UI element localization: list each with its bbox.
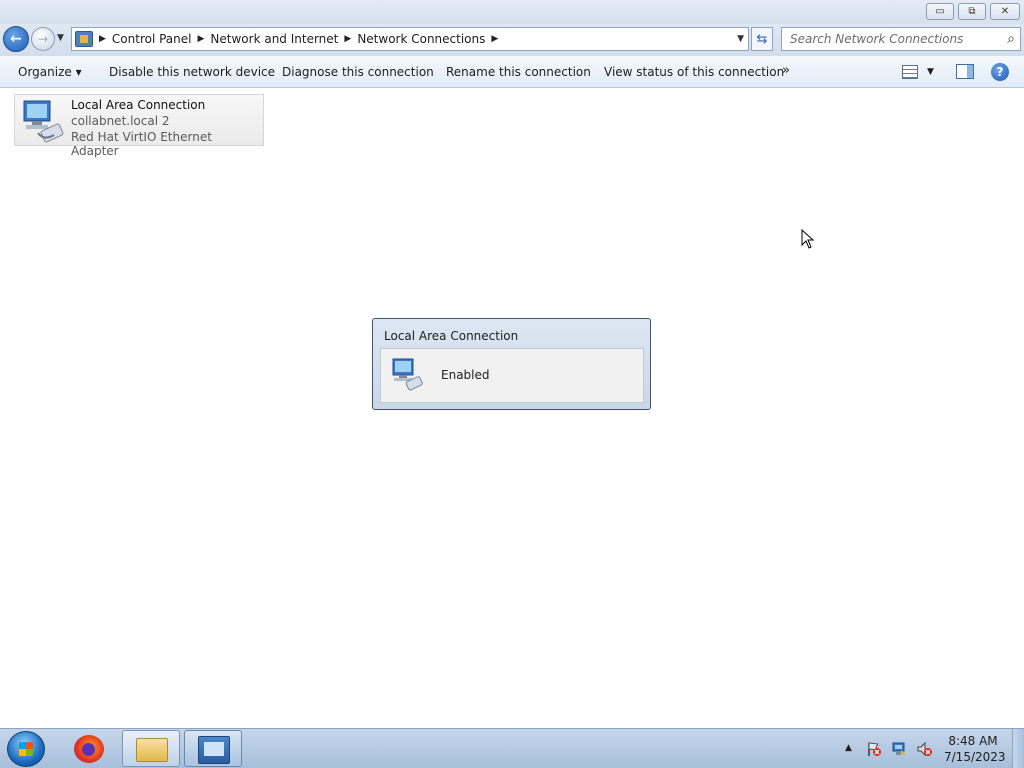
network-tray-icon[interactable] (891, 741, 907, 757)
address-bar[interactable]: ▶ Control Panel ▶ Network and Internet ▶… (71, 27, 749, 51)
search-box[interactable]: ⌕ (781, 27, 1021, 51)
search-icon[interactable]: ⌕ (1007, 31, 1015, 47)
mouse-pointer-icon (801, 229, 815, 249)
volume-muted-icon[interactable] (916, 741, 932, 757)
breadcrumb-arrow-icon[interactable]: ▶ (198, 34, 205, 44)
system-clock[interactable]: 8:48 AM 7/15/2023 (944, 733, 1006, 765)
show-desktop-button[interactable] (1012, 729, 1024, 768)
connection-adapter: Red Hat VirtIO Ethernet Adapter (71, 130, 212, 158)
popup-title: Local Area Connection (384, 329, 519, 343)
forward-button[interactable]: → (31, 27, 55, 51)
restore-icon: ⧉ (968, 6, 976, 17)
refresh-button[interactable]: ⇆ (751, 27, 773, 51)
network-adapter-icon (392, 358, 423, 391)
connection-name: Local Area Connection (71, 98, 206, 112)
refresh-icon: ⇆ (756, 31, 768, 47)
taskbar-explorer[interactable] (122, 730, 180, 767)
breadcrumb-network-and-internet[interactable]: Network and Internet (210, 32, 338, 46)
help-icon[interactable]: ? (991, 63, 1009, 81)
recent-pages-dropdown[interactable]: ▼ (57, 33, 64, 43)
firefox-icon (74, 735, 104, 763)
back-button[interactable]: ← (3, 26, 29, 52)
forward-arrow-icon: → (37, 32, 49, 46)
window-title-bar: ▭ ⧉ ✕ (0, 0, 1024, 24)
taskbar-network-connections[interactable] (184, 730, 242, 767)
show-hidden-icons-icon[interactable]: ▲ (845, 743, 852, 753)
restore-button[interactable]: ⧉ (958, 3, 986, 20)
change-view-icon[interactable] (902, 65, 918, 79)
clock-time: 8:48 AM (948, 734, 998, 748)
network-connections-icon (198, 736, 230, 764)
minimize-button[interactable]: ▭ (926, 3, 954, 20)
close-button[interactable]: ✕ (990, 3, 1020, 20)
disable-device-button[interactable]: Disable this network device (109, 65, 275, 79)
taskbar-firefox[interactable] (60, 730, 118, 767)
views-dropdown-icon[interactable]: ▼ (927, 67, 934, 77)
help-glyph: ? (996, 65, 1004, 79)
popup-body: Enabled (380, 348, 644, 403)
view-status-button[interactable]: View status of this connection (604, 65, 784, 79)
minimize-icon: ▭ (935, 6, 945, 17)
breadcrumb-arrow-icon[interactable]: ▶ (99, 34, 106, 44)
breadcrumb-control-panel[interactable]: Control Panel (112, 32, 192, 46)
breadcrumb-network-connections[interactable]: Network Connections (357, 32, 485, 46)
clock-date: 7/15/2023 (944, 750, 1006, 764)
more-commands-icon[interactable]: » (782, 63, 790, 78)
diagnose-button[interactable]: Diagnose this connection (282, 65, 434, 79)
connection-status-popup: Local Area Connection Enabled (372, 318, 651, 410)
start-button[interactable] (7, 731, 45, 767)
folder-icon (136, 738, 168, 762)
breadcrumb-arrow-icon[interactable]: ▶ (344, 34, 351, 44)
local-area-connection-item[interactable]: Local Area Connection collabnet.local 2 … (14, 94, 264, 158)
control-panel-icon (75, 31, 93, 47)
address-dropdown-icon[interactable]: ▼ (737, 34, 744, 44)
command-bar: Organize ▾ Disable this network device D… (0, 56, 1024, 88)
back-arrow-icon: ← (10, 31, 22, 47)
navigation-bar: ← → ▼ ▶ Control Panel ▶ Network and Inte… (0, 24, 1024, 56)
breadcrumb-arrow-icon[interactable]: ▶ (491, 34, 498, 44)
network-adapter-icon (23, 100, 64, 143)
preview-pane-icon[interactable] (956, 64, 974, 79)
action-center-flag-icon[interactable] (866, 741, 882, 757)
close-icon: ✕ (1000, 6, 1010, 17)
organize-menu[interactable]: Organize ▾ (18, 65, 82, 79)
connection-status: Enabled (441, 368, 490, 382)
connection-network: collabnet.local 2 (71, 114, 170, 128)
search-input[interactable] (790, 32, 990, 46)
taskbar: ▲ 8:48 AM 7/15/2023 (0, 728, 1024, 768)
rename-button[interactable]: Rename this connection (446, 65, 591, 79)
